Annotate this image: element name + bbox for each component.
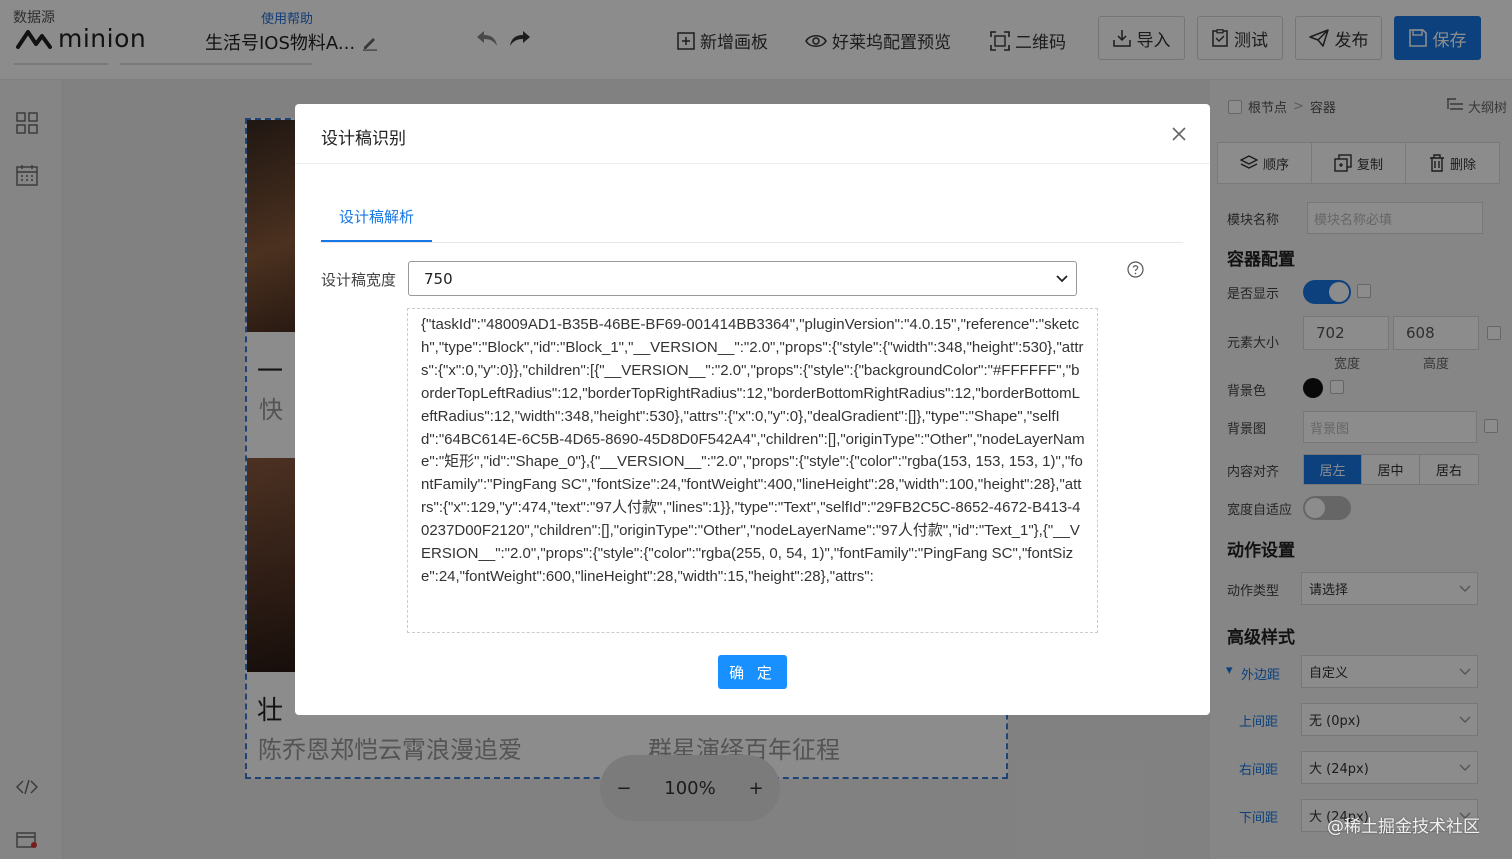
confirm-button[interactable]: 确 定	[718, 655, 787, 689]
tab-divider	[321, 242, 1183, 243]
chevron-down-icon	[1056, 274, 1068, 282]
close-icon[interactable]	[1170, 125, 1188, 143]
dialog-title: 设计稿识别	[321, 129, 406, 149]
active-tab-indicator	[321, 240, 432, 242]
watermark: @稀土掘金技术社区	[1327, 817, 1480, 837]
question-circle-icon[interactable]	[1127, 261, 1144, 278]
design-width-value: 750	[424, 269, 453, 288]
design-json-textarea[interactable]: {"taskId":"48009AD1-B35B-46BE-BF69-00141…	[407, 308, 1098, 633]
tab-design-parse[interactable]: 设计稿解析	[339, 206, 414, 227]
dialog-header: 设计稿识别	[295, 104, 1210, 164]
design-width-select[interactable]: 750	[408, 261, 1077, 296]
design-width-label: 设计稿宽度	[321, 271, 397, 289]
design-recognition-dialog: 设计稿识别 设计稿解析 设计稿宽度 750 {"taskId":"48009AD…	[295, 104, 1210, 715]
